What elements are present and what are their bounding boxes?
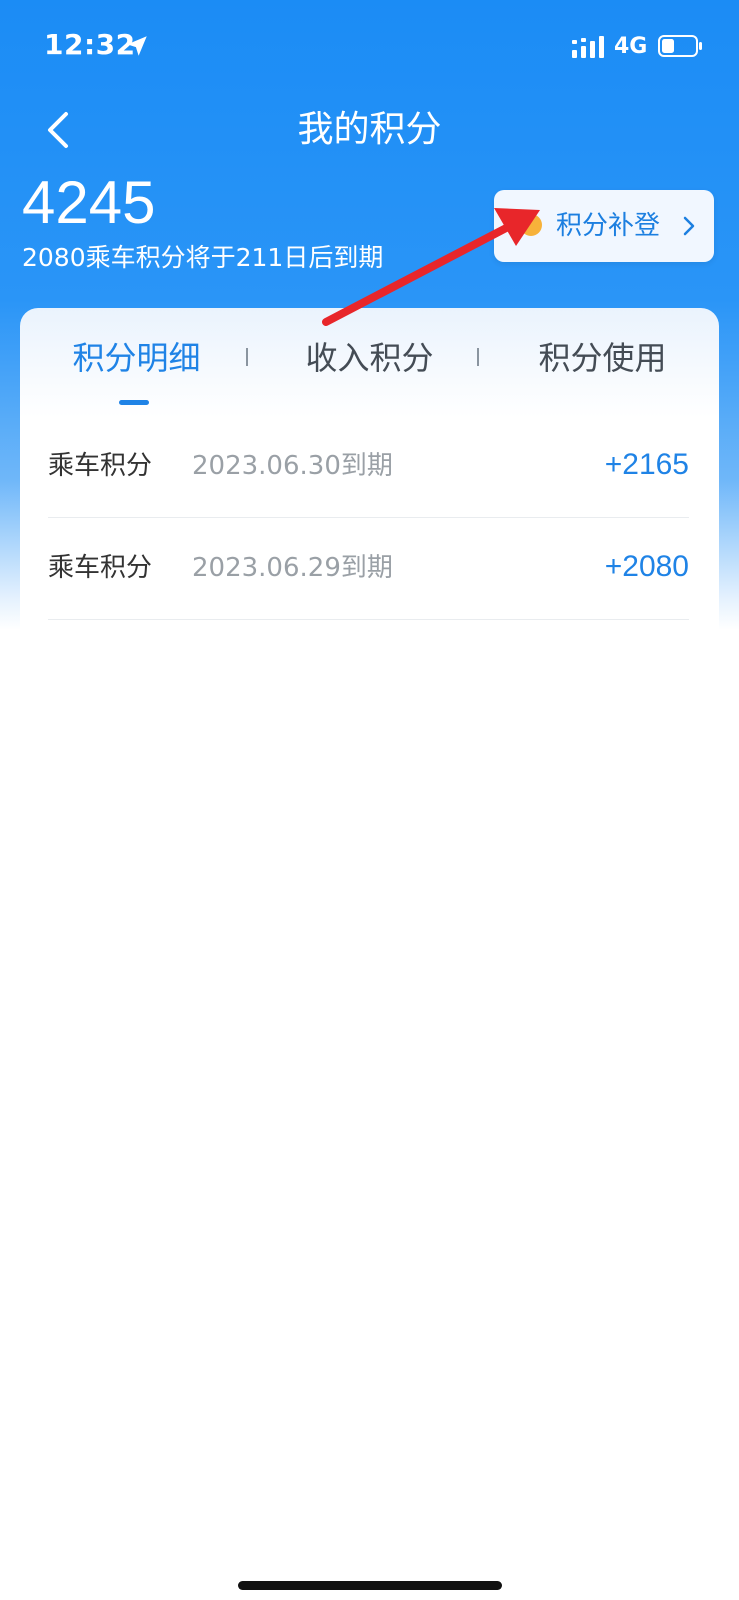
chevron-right-icon — [683, 216, 695, 236]
tab-divider — [246, 348, 248, 366]
record-type: 乘车积分 — [48, 451, 153, 481]
record-amount: +2080 — [604, 550, 689, 583]
tab-bar: 积分明细 收入积分 积分使用 — [20, 308, 719, 408]
total-points: 4245 — [22, 169, 156, 236]
expiry-note: 2080乘车积分将于211日后到期 — [22, 243, 384, 272]
status-time: 12:32 — [44, 28, 136, 61]
points-page: 12:32 4G 我的积分 4245 2080乘车积分将于211日后到期 积分补… — [0, 0, 739, 1600]
nav-bar: 我的积分 — [0, 92, 739, 172]
points-card: 积分明细 收入积分 积分使用 乘车积分 2023.06.30到期 +2165 乘… — [20, 308, 719, 1600]
network-type-label: 4G — [614, 34, 648, 59]
back-button[interactable] — [30, 102, 86, 158]
signal-icon — [572, 36, 604, 58]
record-amount: +2165 — [604, 448, 689, 481]
list-item[interactable]: 乘车积分 2023.06.29到期 +2080 — [48, 518, 689, 620]
active-tab-indicator — [119, 400, 149, 405]
record-type: 乘车积分 — [48, 553, 153, 583]
battery-icon — [658, 35, 702, 57]
tab-points-detail[interactable]: 积分明细 — [20, 330, 253, 386]
list-item[interactable]: 乘车积分 2023.06.30到期 +2165 — [48, 416, 689, 518]
points-makeup-label: 积分补登 — [556, 211, 661, 241]
chevron-left-icon — [48, 112, 68, 148]
status-bar: 12:32 4G — [0, 0, 739, 92]
location-arrow-icon — [127, 36, 147, 56]
points-record-list: 乘车积分 2023.06.30到期 +2165 乘车积分 2023.06.29到… — [48, 416, 689, 620]
home-indicator — [238, 1581, 502, 1590]
tab-points-income[interactable]: 收入积分 — [253, 330, 486, 386]
tab-points-usage[interactable]: 积分使用 — [486, 330, 719, 386]
tab-divider — [477, 348, 479, 366]
points-makeup-button[interactable]: 积分补登 — [494, 190, 714, 262]
record-expiry: 2023.06.29到期 — [192, 553, 393, 583]
makeup-coin-icon — [520, 214, 542, 236]
page-title: 我的积分 — [297, 109, 442, 150]
record-expiry: 2023.06.30到期 — [192, 451, 393, 481]
